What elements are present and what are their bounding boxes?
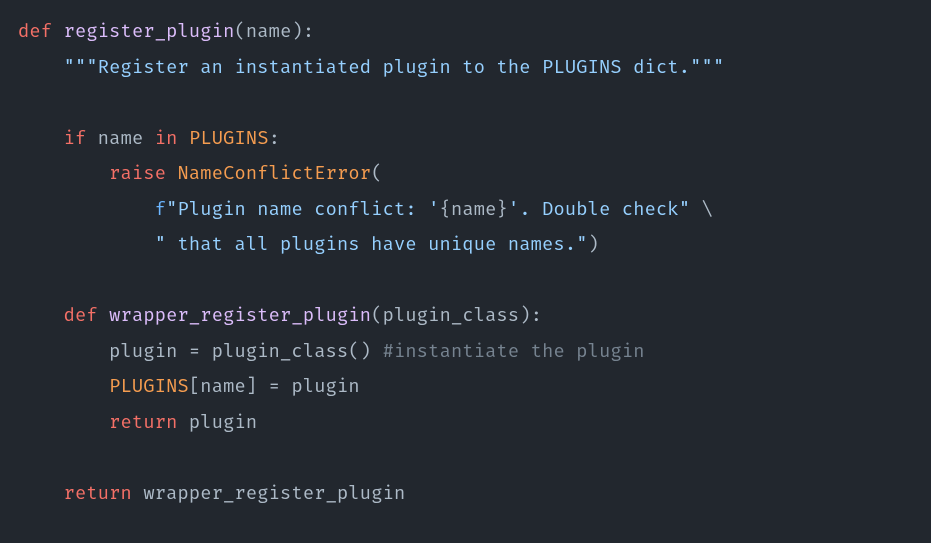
comment: #instantiate the plugin xyxy=(383,340,645,363)
code-editor[interactable]: def register_plugin(name): """Register a… xyxy=(0,0,931,511)
code-line: return wrapper_register_plugin xyxy=(18,482,405,505)
fstring-brace-close: } xyxy=(497,198,508,221)
identifier-name: name xyxy=(98,127,144,150)
param-name: name xyxy=(246,20,292,43)
code-line: PLUGINS[name] = plugin xyxy=(18,375,360,398)
paren-close: ): xyxy=(291,20,314,43)
indent xyxy=(18,340,109,363)
keyword-if: if xyxy=(64,127,87,150)
string-part: '. Double check" xyxy=(508,198,690,221)
bracket-close: ] xyxy=(246,375,257,398)
identifier-plugins: PLUGINS xyxy=(109,375,189,398)
space xyxy=(52,20,63,43)
keyword-return: return xyxy=(64,482,132,505)
indent xyxy=(18,375,109,398)
indent xyxy=(18,482,64,505)
code-line: " that all plugins have unique names.") xyxy=(18,233,599,256)
code-line: plugin = plugin_class() #instantiate the… xyxy=(18,340,645,363)
code-line: if name in PLUGINS: xyxy=(18,127,280,150)
keyword-def: def xyxy=(64,304,98,327)
code-line: """Register an instantiated plugin to th… xyxy=(18,56,724,79)
paren-open: ( xyxy=(371,304,382,327)
indent xyxy=(18,162,109,185)
keyword-def: def xyxy=(18,20,52,43)
fstring-expr: name xyxy=(451,198,497,221)
space xyxy=(86,127,97,150)
fstring-brace-open: { xyxy=(440,198,451,221)
space xyxy=(166,162,177,185)
space xyxy=(143,127,154,150)
keyword-return: return xyxy=(109,411,177,434)
paren-open: ( xyxy=(234,20,245,43)
indent xyxy=(18,198,155,221)
string-part: " that all plugins have unique names." xyxy=(155,233,588,256)
indent xyxy=(18,233,155,256)
code-line: def wrapper_register_plugin(plugin_class… xyxy=(18,304,542,327)
identifier: plugin xyxy=(291,375,359,398)
param-name: plugin_class xyxy=(383,304,520,327)
space xyxy=(178,411,189,434)
indent xyxy=(18,411,109,434)
space xyxy=(98,304,109,327)
code-line: def register_plugin(name): xyxy=(18,20,314,43)
code-line: return plugin xyxy=(18,411,257,434)
space xyxy=(371,340,382,363)
code-line: f"Plugin name conflict: '{name}'. Double… xyxy=(18,198,713,221)
identifier-name: name xyxy=(200,375,246,398)
space xyxy=(178,127,189,150)
bracket-open: [ xyxy=(189,375,200,398)
line-continuation: \ xyxy=(690,198,713,221)
operator-assign: = xyxy=(178,340,212,363)
identifier: wrapper_register_plugin xyxy=(143,482,405,505)
exception-class: NameConflictError xyxy=(178,162,372,185)
call-parens: () xyxy=(348,340,371,363)
space xyxy=(132,482,143,505)
paren-open: ( xyxy=(371,162,382,185)
docstring: """Register an instantiated plugin to th… xyxy=(64,56,725,79)
function-name: register_plugin xyxy=(64,20,235,43)
indent xyxy=(18,56,64,79)
keyword-in: in xyxy=(155,127,178,150)
identifier: plugin xyxy=(109,340,177,363)
code-line: raise NameConflictError( xyxy=(18,162,383,185)
identifier: plugin xyxy=(189,411,257,434)
call-target: plugin_class xyxy=(212,340,349,363)
paren-close: ) xyxy=(588,233,599,256)
identifier-plugins: PLUGINS xyxy=(189,127,269,150)
function-name: wrapper_register_plugin xyxy=(109,304,371,327)
indent xyxy=(18,127,64,150)
string-part: "Plugin name conflict: ' xyxy=(166,198,439,221)
keyword-raise: raise xyxy=(109,162,166,185)
operator-assign: = xyxy=(257,375,291,398)
indent xyxy=(18,304,64,327)
fstring-prefix: f xyxy=(155,198,166,221)
colon: : xyxy=(269,127,280,150)
paren-close: ): xyxy=(519,304,542,327)
